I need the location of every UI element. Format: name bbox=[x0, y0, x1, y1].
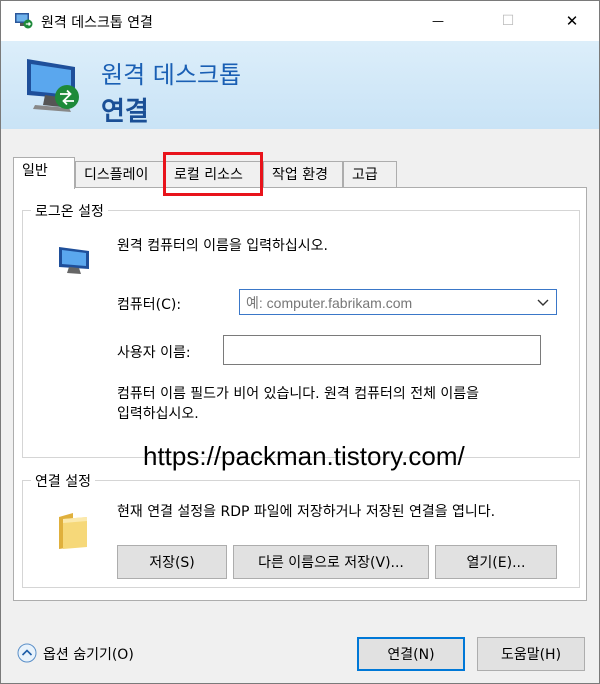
help-button[interactable]: 도움말(H) bbox=[477, 637, 585, 671]
save-button-label: 저장(S) bbox=[149, 555, 195, 571]
connect-button-label: 연결(N) bbox=[387, 647, 435, 663]
username-label: 사용자 이름: bbox=[117, 345, 191, 361]
banner-title: 연결 bbox=[101, 97, 149, 127]
computer-combobox[interactable]: 예: computer.fabrikam.com bbox=[239, 289, 557, 315]
minimize-icon: — bbox=[432, 14, 444, 28]
open-button[interactable]: 열기(E)... bbox=[435, 545, 557, 579]
tab-experience-label: 작업 환경 bbox=[272, 167, 328, 183]
save-as-button[interactable]: 다른 이름으로 저장(V)... bbox=[233, 545, 429, 579]
tab-general-label: 일반 bbox=[22, 163, 48, 179]
watermark-url: https://packman.tistory.com/ bbox=[143, 441, 465, 471]
chevron-down-icon[interactable] bbox=[536, 293, 550, 311]
maximize-button[interactable]: ☐ bbox=[485, 1, 531, 41]
folder-icon bbox=[59, 513, 87, 549]
tab-display[interactable]: 디스플레이 bbox=[75, 161, 165, 187]
title-bar[interactable]: 원격 데스크톱 연결 — ☐ ✕ bbox=[1, 1, 599, 41]
tab-advanced-label: 고급 bbox=[352, 167, 378, 183]
hide-options-toggle-icon[interactable] bbox=[17, 643, 37, 663]
save-button[interactable]: 저장(S) bbox=[117, 545, 227, 579]
logon-settings-group: 로그온 설정 원격 컴퓨터의 이름을 입력하십시오. 컴퓨터(C): 예: co… bbox=[22, 201, 580, 471]
save-as-button-label: 다른 이름으로 저장(V)... bbox=[258, 555, 404, 571]
remote-desktop-icon bbox=[15, 13, 33, 29]
minimize-button[interactable]: — bbox=[415, 1, 461, 41]
connection-settings-group: 연결 설정 현재 연결 설정을 RDP 파일에 저장하거나 저장된 연결을 엽니… bbox=[22, 471, 580, 588]
close-button[interactable]: ✕ bbox=[549, 1, 595, 41]
header-banner: 원격 데스크톱 연결 bbox=[1, 41, 599, 129]
maximize-icon: ☐ bbox=[501, 13, 515, 29]
computer-instruction: 원격 컴퓨터의 이름을 입력하십시오. bbox=[117, 238, 328, 254]
banner-subtitle: 원격 데스크톱 bbox=[101, 61, 242, 89]
highlight-annotation bbox=[163, 152, 263, 196]
connection-settings-legend: 연결 설정 bbox=[31, 471, 95, 491]
tab-experience[interactable]: 작업 환경 bbox=[263, 161, 343, 187]
tab-display-label: 디스플레이 bbox=[84, 167, 149, 183]
open-button-label: 열기(E)... bbox=[466, 555, 526, 571]
window-title: 원격 데스크톱 연결 bbox=[41, 15, 153, 31]
computer-icon bbox=[59, 247, 89, 274]
tab-panel-general: 로그온 설정 원격 컴퓨터의 이름을 입력하십시오. 컴퓨터(C): 예: co… bbox=[13, 187, 587, 601]
rdp-window: 원격 데스크톱 연결 — ☐ ✕ 원격 데스크톱 연결 일반 디스플레이 로컬 … bbox=[0, 0, 600, 684]
help-button-label: 도움말(H) bbox=[500, 647, 562, 663]
computer-combobox-placeholder: 예: computer.fabrikam.com bbox=[246, 295, 413, 311]
remote-desktop-monitor-icon bbox=[27, 59, 79, 112]
username-input[interactable] bbox=[223, 335, 541, 365]
tab-general[interactable]: 일반 bbox=[13, 157, 75, 189]
hide-options-button[interactable]: 옵션 숨기기(O) bbox=[43, 644, 134, 664]
close-icon: ✕ bbox=[565, 12, 579, 30]
tab-advanced[interactable]: 고급 bbox=[343, 161, 397, 187]
logon-settings-legend: 로그온 설정 bbox=[31, 201, 108, 221]
computer-label: 컴퓨터(C): bbox=[117, 297, 182, 313]
connect-button[interactable]: 연결(N) bbox=[357, 637, 465, 671]
hint-text-line1: 컴퓨터 이름 필드가 비어 있습니다. 원격 컴퓨터의 전체 이름을 bbox=[117, 386, 480, 402]
connection-description: 현재 연결 설정을 RDP 파일에 저장하거나 저장된 연결을 엽니다. bbox=[117, 504, 496, 520]
hint-text-line2: 입력하십시오. bbox=[117, 406, 199, 422]
